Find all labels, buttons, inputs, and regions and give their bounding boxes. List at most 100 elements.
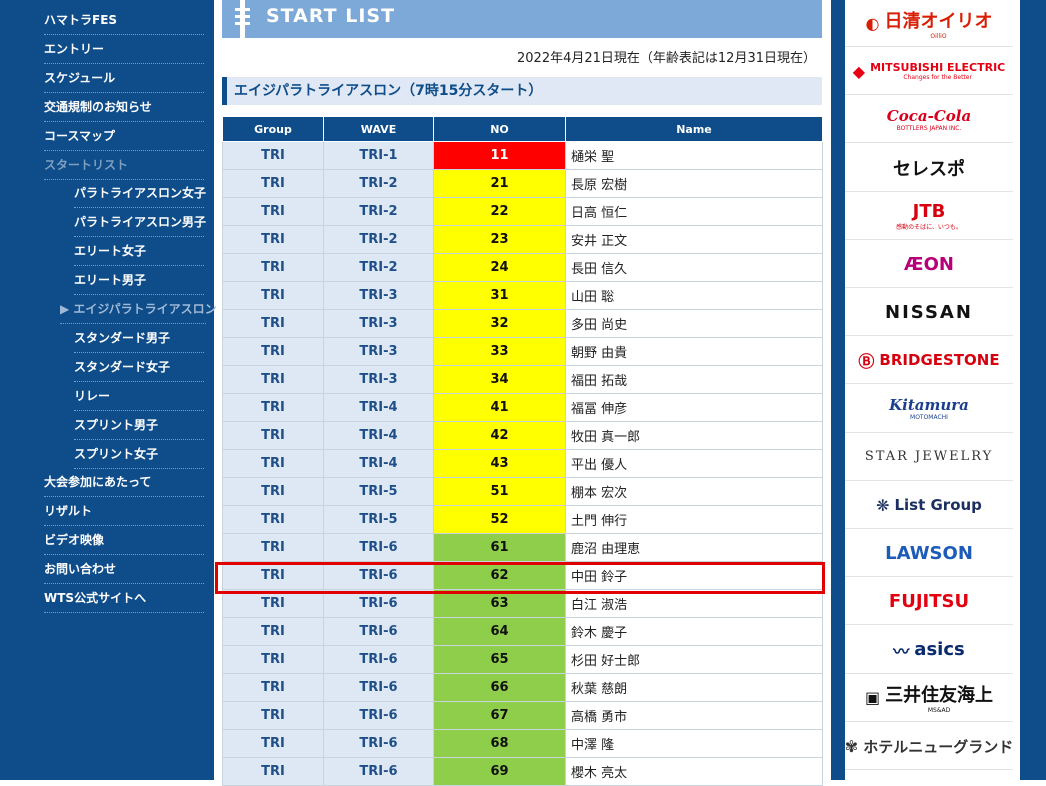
cell-wave: TRI-2: [323, 197, 434, 226]
cell-no: 64: [433, 617, 566, 646]
table-row: TRI TRI-6 62 中田 鈴子: [222, 561, 823, 590]
sponsor-name: FUJITSU: [888, 590, 970, 612]
cell-wave: TRI-6: [323, 673, 434, 702]
sponsor-name: List Group: [894, 496, 982, 514]
sidebar-item-17[interactable]: リザルト: [44, 499, 204, 527]
sponsor-logo-inner: ◆ MITSUBISHI ELECTRIC Changes for the Bett…: [853, 61, 1006, 81]
cell-name: 平出 優人: [565, 449, 823, 478]
sidebar-item-15[interactable]: スプリント女子: [74, 442, 204, 469]
sponsor-logo-inner: LAWSON: [885, 543, 973, 564]
sidebar-item-11[interactable]: スタンダード男子: [74, 326, 204, 353]
sidebar-item-16[interactable]: 大会参加にあたって: [44, 470, 204, 498]
pin-mark-icon: [235, 0, 250, 38]
sponsor-logo-1[interactable]: ◆ MITSUBISHI ELECTRIC Changes for the Bett…: [845, 48, 1013, 96]
sponsor-logo-12[interactable]: FUJITSU: [845, 578, 1013, 626]
cell-no: 24: [433, 253, 566, 282]
left-stripe: [0, 0, 18, 780]
cell-name: 中田 鈴子: [565, 561, 823, 590]
sponsor-logo-inner: ◐ 日清オイリオ OilliO: [866, 7, 993, 40]
cell-name: 土門 伸行: [565, 505, 823, 534]
cell-no: 22: [433, 197, 566, 226]
sponsor-logo-inner: ❋ List Group: [876, 496, 982, 515]
sponsor-logo-6[interactable]: NISSAN: [845, 289, 1013, 337]
sidebar-item-18[interactable]: ビデオ映像: [44, 528, 204, 556]
table-row: TRI TRI-2 21 長原 宏樹: [222, 169, 823, 198]
cell-group: TRI: [222, 365, 324, 394]
sponsor-logo-2[interactable]: Coca-Cola BOTTLERS JAPAN INC.: [845, 96, 1013, 144]
sidebar-item-20[interactable]: WTS公式サイトへ: [44, 586, 204, 613]
cell-name: 棚本 宏次: [565, 477, 823, 506]
cell-name: 日高 恒仁: [565, 197, 823, 226]
sponsor-text-block: ホテルニューグランド: [863, 736, 1013, 757]
sidebar-item-0[interactable]: ハマトラFES: [44, 8, 204, 35]
sidebar-item-10[interactable]: ▶ エイジパラトライアスロン: [60, 297, 217, 324]
sidebar-item-6[interactable]: パラトライアスロン女子: [74, 181, 206, 209]
sponsor-logo-8[interactable]: Kitamura MOTOMACHI: [845, 386, 1013, 433]
sidebar-item-3[interactable]: 交通規制のお知らせ: [44, 95, 204, 122]
sidebar-item-14[interactable]: スプリント男子: [74, 413, 204, 440]
sponsor-logo-7[interactable]: Ⓑ BRIDGESTONE: [845, 337, 1013, 385]
col-header-wave: WAVE: [323, 116, 434, 142]
sponsor-logo-3[interactable]: セレスポ: [845, 145, 1013, 192]
sidebar-item-13[interactable]: リレー: [74, 384, 204, 411]
cell-name: 樋栄 聖: [565, 141, 823, 170]
sponsor-logo-4[interactable]: JTB 感動のそばに、いつも。: [845, 193, 1013, 240]
table-row: TRI TRI-6 63 白江 淑浩: [222, 589, 823, 618]
sponsor-tagline: OilliO: [930, 32, 947, 40]
table-row: TRI TRI-2 24 長田 信久: [222, 253, 823, 282]
cell-no: 67: [433, 701, 566, 730]
sponsor-tagline: Changes for the Better: [903, 74, 972, 82]
sponsor-logo-0[interactable]: ◐ 日清オイリオ OilliO: [845, 0, 1013, 47]
cell-wave: TRI-3: [323, 365, 434, 394]
cell-name: 福冨 伸彦: [565, 393, 823, 422]
cell-wave: TRI-6: [323, 701, 434, 730]
sidebar-item-9[interactable]: エリート男子: [74, 268, 204, 296]
start-list-banner: START LIST: [222, 0, 822, 38]
sponsor-logo-10[interactable]: ❋ List Group: [845, 482, 1013, 529]
cell-group: TRI: [222, 617, 324, 646]
sponsor-text-block: asics: [914, 639, 964, 660]
table-row: TRI TRI-6 61 鹿沼 由理恵: [222, 533, 823, 562]
sponsor-name: LAWSON: [885, 542, 973, 564]
sponsor-text-block: LAWSON: [885, 543, 973, 564]
cell-group: TRI: [222, 393, 324, 422]
sponsor-logo-9[interactable]: STAR JEWELRY: [845, 434, 1013, 481]
sponsor-name: Kitamura: [889, 396, 969, 415]
cell-name: 杉田 好士郎: [565, 645, 823, 674]
table-row: TRI TRI-3 32 多田 尚史: [222, 309, 823, 338]
sidebar-item-5[interactable]: スタートリスト: [44, 153, 204, 180]
page-title: START LIST: [266, 5, 396, 27]
sidebar-item-8[interactable]: エリート女子: [74, 239, 204, 267]
sponsor-logo-5[interactable]: ÆON: [845, 241, 1013, 288]
sponsor-text-block: 三井住友海上 MS&AD: [885, 681, 993, 714]
cell-no: 63: [433, 589, 566, 618]
sidebar-item-7[interactable]: パラトライアスロン男子: [74, 210, 206, 238]
hotel-crest-icon: ✾: [844, 736, 859, 756]
sidebar-item-1[interactable]: エントリー: [44, 37, 204, 64]
sponsor-name: ホテルニューグランド: [863, 737, 1014, 756]
sponsor-text-block: Kitamura MOTOMACHI: [889, 396, 969, 421]
sponsor-tagline: BOTTLERS JAPAN INC.: [896, 124, 962, 132]
sponsor-logo-11[interactable]: LAWSON: [845, 530, 1013, 578]
sponsor-name: Coca-Cola: [886, 106, 972, 125]
sidebar-item-12[interactable]: スタンダード女子: [74, 355, 204, 382]
cell-group: TRI: [222, 309, 324, 338]
table-row: TRI TRI-1 11 樋栄 聖: [222, 141, 823, 170]
cell-name: 長田 信久: [565, 253, 823, 282]
sidebar-item-4[interactable]: コースマップ: [44, 124, 204, 151]
cell-no: 61: [433, 533, 566, 562]
sponsor-logo-15[interactable]: ✾ ホテルニューグランド: [845, 723, 1013, 770]
cell-name: 櫻木 亮太: [565, 757, 823, 786]
sidebar-item-19[interactable]: お問い合わせ: [44, 557, 204, 585]
sponsor-name: ÆON: [904, 253, 954, 275]
sponsor-logo-13[interactable]: 〰 asics: [845, 627, 1013, 674]
sidebar-item-2[interactable]: スケジュール: [44, 66, 204, 93]
table-row: TRI TRI-6 66 秋葉 慈朗: [222, 673, 823, 702]
table-header-row: Group WAVE NO Name: [222, 116, 823, 142]
sponsor-text-block: List Group: [894, 496, 981, 514]
sponsor-text-block: セレスポ: [893, 155, 965, 181]
cell-wave: TRI-5: [323, 477, 434, 506]
sponsor-logo-14[interactable]: ▣ 三井住友海上 MS&AD: [845, 675, 1013, 722]
table-row: TRI TRI-4 41 福冨 伸彦: [222, 393, 823, 422]
sponsor-text-block: Coca-Cola BOTTLERS JAPAN INC.: [887, 107, 971, 132]
